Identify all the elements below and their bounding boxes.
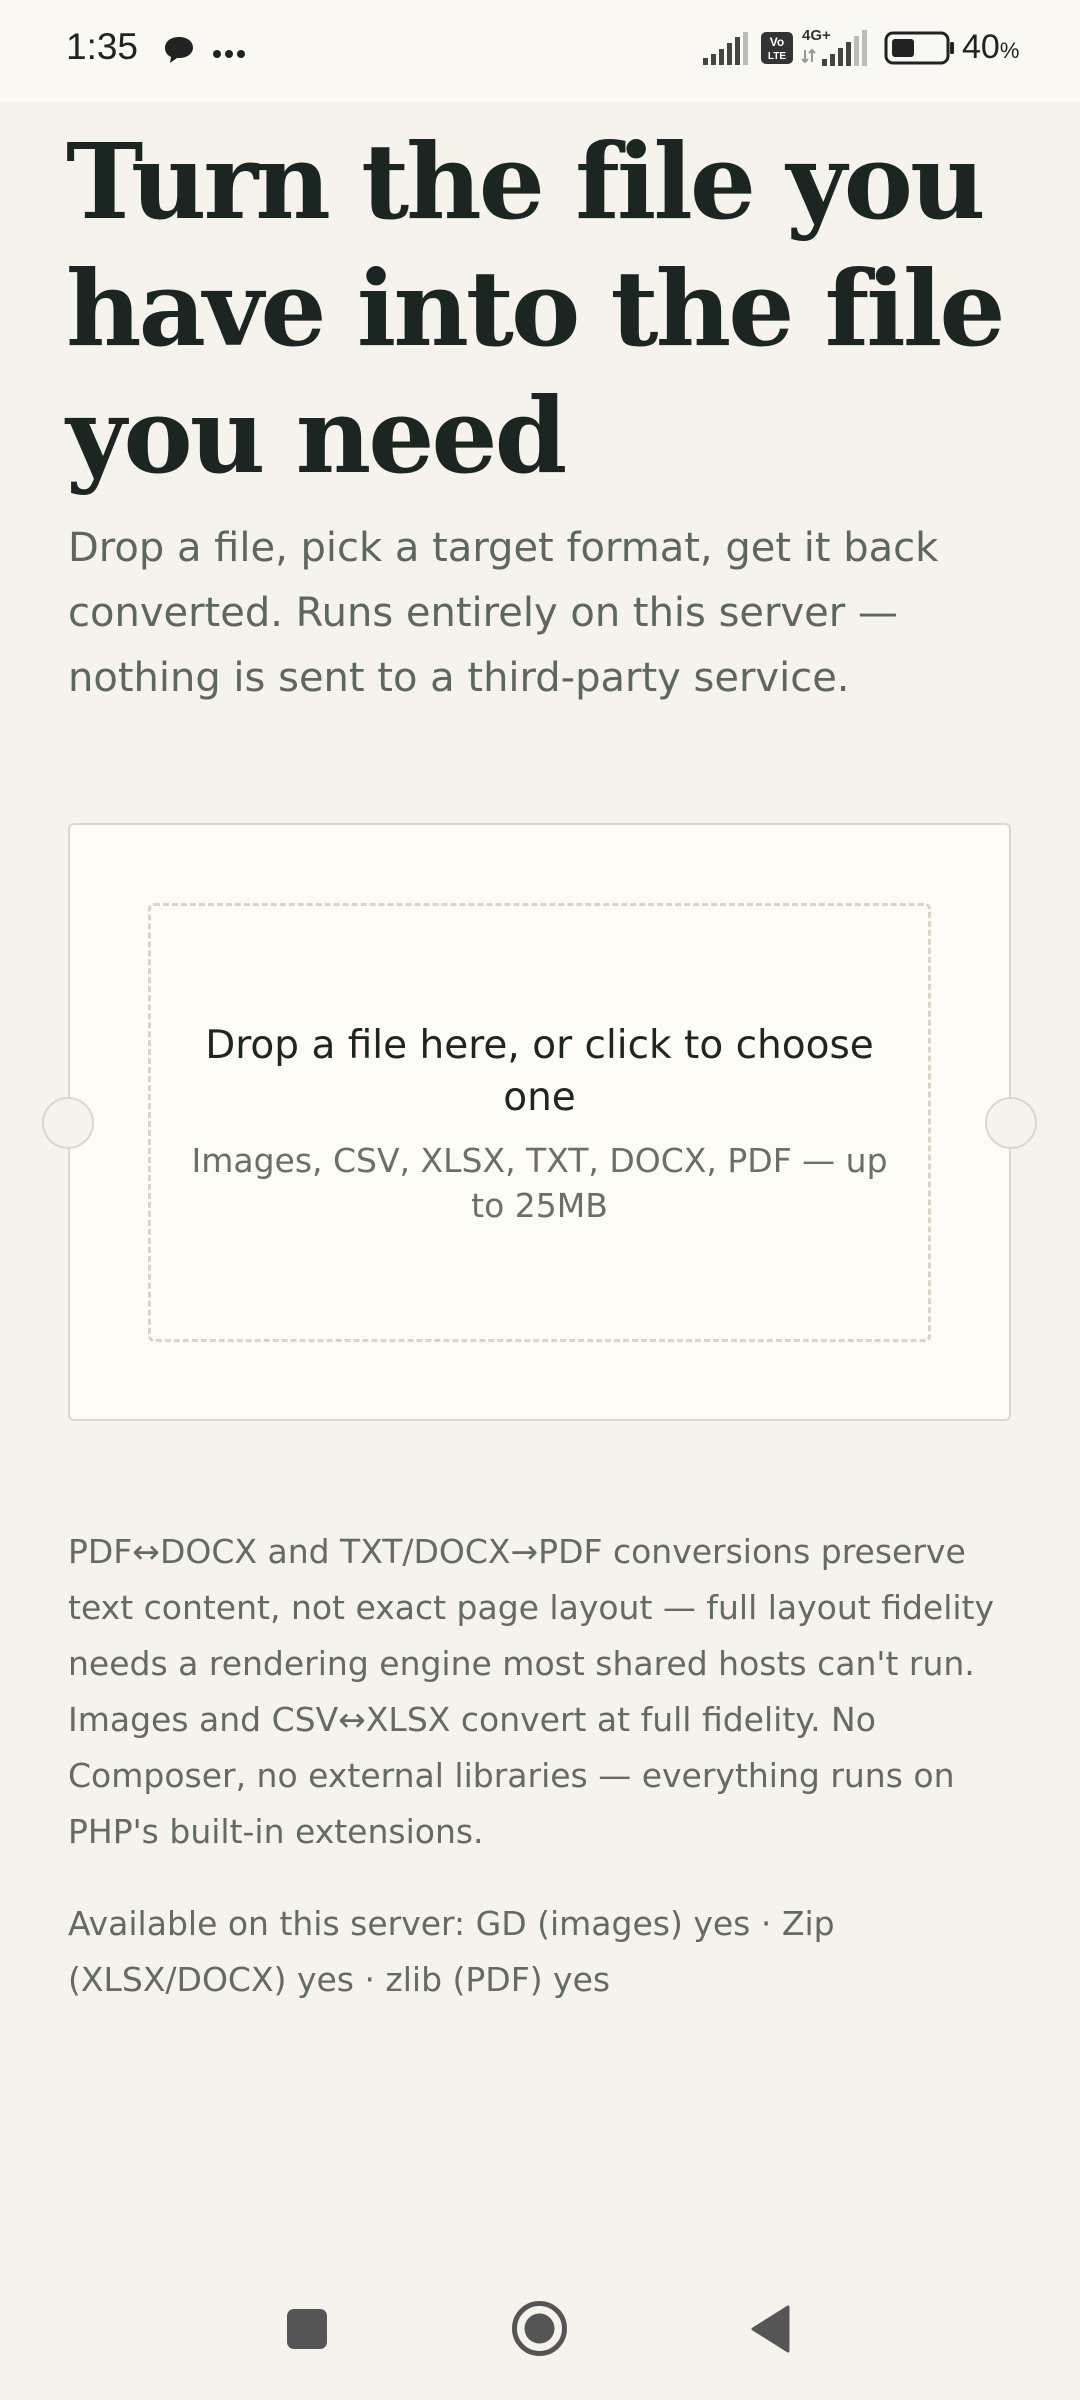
battery-percent: 40% xyxy=(962,28,1020,66)
card-notch-left xyxy=(42,1097,94,1149)
availability-note: Available on this server: GD (images) ye… xyxy=(68,1904,835,1999)
recent-apps-icon[interactable] xyxy=(286,2308,328,2354)
file-dropzone[interactable]: Drop a file here, or click to choose one… xyxy=(148,903,931,1342)
page-subtitle: Drop a file, pick a target format, get i… xyxy=(68,525,939,701)
signal-4g-icon: 4G+ xyxy=(800,26,874,72)
svg-text:4G+: 4G+ xyxy=(802,27,831,44)
page-title: Turn the file you have into the file you… xyxy=(66,120,1006,497)
svg-text:Vo: Vo xyxy=(770,35,784,49)
chat-bubble-icon xyxy=(162,33,196,71)
fidelity-note: PDF↔DOCX and TXT/DOCX→PDF conversions pr… xyxy=(68,1532,995,1851)
status-bar: 1:35 Vo LTE 4G+ 40% xyxy=(0,0,1080,103)
home-icon[interactable] xyxy=(511,2300,568,2361)
signal-icon xyxy=(703,30,751,70)
dropzone-hint: Images, CSV, XLSX, TXT, DOCX, PDF — up t… xyxy=(191,1141,888,1225)
more-dots-icon xyxy=(212,44,246,63)
dropzone-title: Drop a file here, or click to choose one xyxy=(205,1023,874,1120)
svg-text:LTE: LTE xyxy=(768,51,786,62)
card-notch-right xyxy=(985,1097,1037,1149)
battery-icon xyxy=(884,30,956,70)
volte-icon: Vo LTE xyxy=(760,31,794,69)
back-icon[interactable] xyxy=(750,2305,790,2357)
status-time: 1:35 xyxy=(66,26,139,67)
